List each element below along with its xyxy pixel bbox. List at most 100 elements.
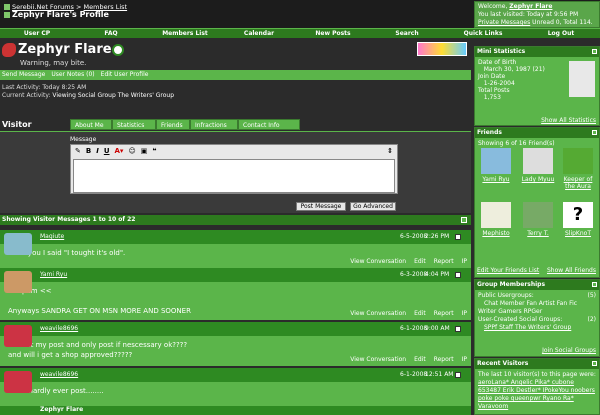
friend-item[interactable]: Mephisto — [479, 202, 513, 237]
view-conversation-link[interactable]: View Conversation — [350, 356, 406, 363]
user-notes-link[interactable]: User Notes (0) — [51, 70, 94, 80]
visitor-messages-header: Showing Visitor Messages 1 to 10 of 22 — [0, 215, 471, 225]
ip-link[interactable]: IP — [462, 310, 467, 317]
collapse-icon[interactable] — [461, 217, 467, 223]
avatar — [523, 148, 553, 174]
mini-statistics-block: Mini Statistics Date of Birth March 30, … — [474, 46, 600, 126]
vm-select-checkbox[interactable] — [455, 272, 461, 278]
visitor-message: Zephyr Flare — [0, 406, 471, 415]
posts-value: 1,753 — [483, 94, 501, 101]
resize-icon[interactable]: ⇕ — [387, 147, 393, 155]
report-link[interactable]: Report — [434, 258, 454, 265]
collapse-icon[interactable] — [592, 361, 597, 366]
go-advanced-button[interactable]: Go Advanced — [350, 202, 396, 211]
image-icon[interactable]: ▣ — [141, 147, 148, 155]
vm-select-checkbox[interactable] — [455, 326, 461, 332]
avatar[interactable] — [4, 233, 32, 255]
edit-link[interactable]: Edit — [414, 356, 426, 363]
avatar[interactable] — [4, 325, 32, 347]
social-groups-list[interactable]: SPPf Staff The Writers' Group — [478, 324, 571, 331]
public-groups-label: Public Usergroups: — [478, 292, 534, 299]
ip-link[interactable]: IP — [462, 356, 467, 363]
nav-log-out[interactable]: Log Out — [522, 29, 600, 38]
friend-item[interactable]: Keeper of the Aura — [561, 148, 595, 190]
smilie-icon[interactable]: ☺ — [128, 147, 135, 155]
message-textarea[interactable] — [73, 159, 395, 193]
avatar[interactable] — [4, 271, 32, 293]
vm-user-link[interactable]: weavile8696 — [40, 368, 78, 382]
edit-link[interactable]: Edit — [414, 258, 426, 265]
bold-icon[interactable]: B — [86, 147, 91, 155]
vm-user-link[interactable]: weavile8696 — [40, 322, 78, 336]
edit-link[interactable]: Edit — [414, 310, 426, 317]
friend-name[interactable]: Yami Ryu — [482, 176, 509, 183]
friend-name[interactable]: Keeper of the Aura — [564, 176, 593, 190]
friend-name[interactable]: SlipKnoT — [565, 230, 591, 237]
ip-link[interactable]: IP — [462, 258, 467, 265]
font-color-icon[interactable]: A▾ — [115, 147, 124, 155]
edit-friends-link[interactable]: Edit Your Friends List — [477, 267, 539, 274]
nav-faq[interactable]: FAQ — [74, 29, 148, 38]
visitors-list[interactable]: aeroLana* Angelic Pika* cubone 653487 Er… — [478, 379, 595, 410]
tab-visitor-messages[interactable]: Visitor Messages — [0, 119, 70, 141]
report-link[interactable]: Report — [434, 356, 454, 363]
show-all-friends-link[interactable]: Show All Friends — [547, 267, 596, 274]
nav-user-cp[interactable]: User CP — [0, 29, 74, 38]
view-conversation-link[interactable]: View Conversation — [350, 258, 406, 265]
vm-text-2: and will i get a shop approved????? — [8, 351, 133, 359]
friend-item[interactable]: Yami Ryu — [479, 148, 513, 183]
vm-select-checkbox[interactable] — [455, 372, 461, 378]
show-all-statistics-link[interactable]: Show All Statistics — [541, 117, 596, 124]
tab-statistics[interactable]: Statistics — [112, 119, 156, 130]
collapse-icon[interactable] — [592, 130, 597, 135]
vm-text-2: Anyways SANDRA GET ON MSN MORE AND SOONE… — [8, 307, 191, 315]
italic-icon[interactable]: I — [96, 147, 99, 155]
tab-about-me[interactable]: About Me — [70, 119, 112, 130]
nav-members-list[interactable]: Members List — [148, 29, 222, 38]
visitor-message: weavile8696 6-1-2008 9:00 AM i'll limit my… — [0, 322, 471, 366]
nav-quick-links[interactable]: Quick Links — [444, 29, 522, 38]
friend-name[interactable]: Mephisto — [482, 230, 509, 237]
profile-banner-image — [417, 42, 467, 56]
friend-item[interactable]: Lady Myuu — [521, 148, 555, 183]
friend-name[interactable]: Terry T. — [527, 230, 548, 237]
home-icon[interactable] — [4, 4, 10, 10]
group-memberships-block: Group Memberships Public Usergroups: (5) … — [474, 279, 600, 357]
private-messages-link[interactable]: Private Messages — [478, 19, 530, 26]
last-activity-value: Today 8:25 AM — [42, 84, 87, 91]
friend-item[interactable]: ? SlipKnoT — [561, 202, 595, 237]
vm-select-checkbox[interactable] — [455, 234, 461, 240]
friend-item[interactable]: Terry T. — [521, 202, 555, 237]
post-message-button[interactable]: Post Message — [296, 202, 346, 211]
tab-friends[interactable]: Friends — [156, 119, 190, 130]
tab-contact-info[interactable]: Contact Info — [238, 119, 300, 130]
underline-icon[interactable]: U — [104, 147, 110, 155]
report-link[interactable]: Report — [434, 310, 454, 317]
collapse-icon[interactable] — [592, 49, 597, 54]
view-conversation-link[interactable]: View Conversation — [350, 310, 406, 317]
welcome-user-link[interactable]: Zephyr Flare — [509, 3, 552, 10]
profile-user-title: Warning, may bite. — [20, 59, 87, 67]
vm-user-link[interactable]: Zephyr Flare — [40, 406, 83, 413]
avatar[interactable] — [4, 371, 32, 393]
tab-infractions[interactable]: Infractions — [190, 119, 238, 130]
join-value: 1-26-2004 — [483, 80, 515, 87]
join-social-groups-link[interactable]: Join Social Groups — [542, 347, 596, 354]
vm-user-link[interactable]: Magiute — [40, 230, 64, 244]
nav-new-posts[interactable]: New Posts — [296, 29, 370, 38]
vm-date: 6-1-2008 — [400, 371, 428, 378]
vm-user-link[interactable]: Yami Ryu — [40, 268, 67, 282]
friends-block: Friends Showing 6 of 16 Friend(s) Yami R… — [474, 127, 600, 278]
profile-tabs: Visitor Messages About Me Statistics Fri… — [0, 117, 471, 141]
nav-search[interactable]: Search — [370, 29, 444, 38]
send-message-link[interactable]: Send Message — [2, 70, 45, 80]
pm-status: Unread 0, Total 114. — [532, 19, 593, 26]
switch-mode-icon[interactable]: ✎ — [75, 147, 81, 155]
current-activity-group[interactable]: The Writers' Group — [118, 92, 174, 99]
edit-profile-link[interactable]: Edit User Profile — [101, 70, 149, 80]
friend-name[interactable]: Lady Myuu — [522, 176, 555, 183]
nav-calendar[interactable]: Calendar — [222, 29, 296, 38]
collapse-icon[interactable] — [592, 282, 597, 287]
quote-icon[interactable]: ❝ — [152, 147, 156, 155]
current-activity-link[interactable]: Viewing Social Group — [52, 92, 115, 99]
